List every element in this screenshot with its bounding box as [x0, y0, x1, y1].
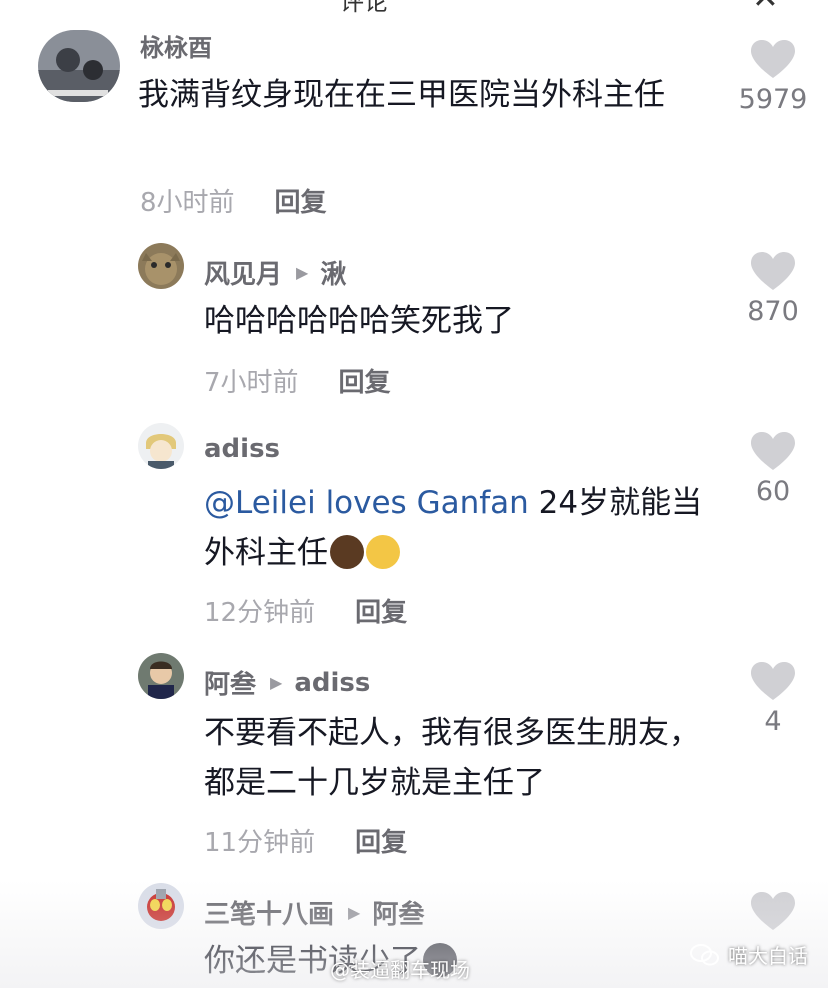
comment-time: 7小时前 [204, 368, 299, 398]
reply-arrow-icon: ▶ [296, 263, 309, 282]
header-title: 评论 [340, 0, 388, 16]
wechat-watermark-text: 喵大白话 [728, 944, 808, 968]
reply-to-username[interactable]: 湫 [320, 254, 346, 291]
like-button[interactable]: 4 [728, 662, 818, 737]
avatar[interactable] [138, 423, 184, 469]
reply-to-username[interactable]: adiss [294, 668, 370, 698]
comment-username[interactable]: adiss [204, 434, 280, 464]
comment-text: 我满背纹身现在在三甲医院当外科主任 [138, 77, 665, 113]
reply-button[interactable]: 回复 [355, 828, 407, 858]
username-text[interactable]: 三笔十八画 [204, 894, 334, 931]
reply-to-username[interactable]: 阿叁 [372, 894, 424, 931]
avatar[interactable] [38, 30, 120, 102]
wechat-watermark: 喵大白话 [690, 940, 808, 969]
avatar[interactable] [138, 653, 184, 699]
crying-emoji-icon [366, 535, 400, 569]
comment-time: 12分钟前 [204, 598, 316, 628]
close-icon[interactable]: ✕ [752, 0, 779, 16]
like-button[interactable]: 870 [728, 252, 818, 327]
heart-icon [751, 252, 795, 290]
like-count: 5979 [738, 84, 808, 115]
reply-arrow-icon: ▶ [348, 903, 361, 922]
comment-meta: 11分钟前 回复 [204, 822, 407, 859]
weibo-watermark: @装逼翻车现场 [330, 954, 470, 983]
comment-username[interactable]: 阿叁 ▶ adiss [204, 664, 370, 701]
avatar[interactable] [138, 883, 184, 929]
heart-icon [751, 662, 795, 700]
comments-header: 评论 ✕ [0, 0, 828, 16]
reply-button[interactable]: 回复 [275, 188, 327, 218]
comment-time: 11分钟前 [204, 828, 316, 858]
comment-meta: 8小时前 回复 [140, 182, 327, 219]
comment-text: 哈哈哈哈哈哈笑死我了 [204, 303, 514, 339]
heart-icon [751, 432, 795, 470]
comment-username[interactable]: 三笔十八画 ▶ 阿叁 [204, 894, 424, 931]
wechat-icon [690, 943, 719, 965]
laughing-emoji-icon [330, 535, 364, 569]
like-button[interactable]: 5979 [728, 40, 818, 115]
avatar[interactable] [138, 243, 184, 289]
like-button[interactable] [728, 892, 818, 932]
username-text[interactable]: 栐栐酉 [140, 28, 212, 63]
heart-icon [751, 40, 795, 78]
comment-meta: 12分钟前 回复 [204, 592, 407, 629]
username-text[interactable]: 阿叁 [204, 664, 256, 701]
comment-username[interactable]: 风见月 ▶ 湫 [204, 254, 346, 291]
comment-text: @Leilei loves Ganfan 24岁就能当外科主任 [204, 478, 724, 578]
like-count: 870 [747, 296, 799, 327]
username-text[interactable]: 风见月 [204, 254, 282, 291]
comment-username[interactable]: 栐栐酉 [140, 28, 212, 63]
comment-meta: 7小时前 回复 [204, 362, 391, 399]
comment-text: 不要看不起人，我有很多医生朋友，都是二十几岁就是主任了 [204, 715, 700, 801]
like-count: 60 [755, 476, 791, 507]
reply-button[interactable]: 回复 [355, 598, 407, 628]
reply-button[interactable]: 回复 [339, 368, 391, 398]
heart-icon [751, 892, 795, 930]
like-count: 4 [764, 706, 782, 737]
like-button[interactable]: 60 [728, 432, 818, 507]
weibo-watermark-text: @装逼翻车现场 [330, 958, 470, 982]
comment-time: 8小时前 [140, 188, 235, 218]
reply-arrow-icon: ▶ [270, 673, 283, 692]
mention-link[interactable]: @Leilei loves Ganfan [204, 485, 529, 521]
username-text[interactable]: adiss [204, 434, 280, 464]
